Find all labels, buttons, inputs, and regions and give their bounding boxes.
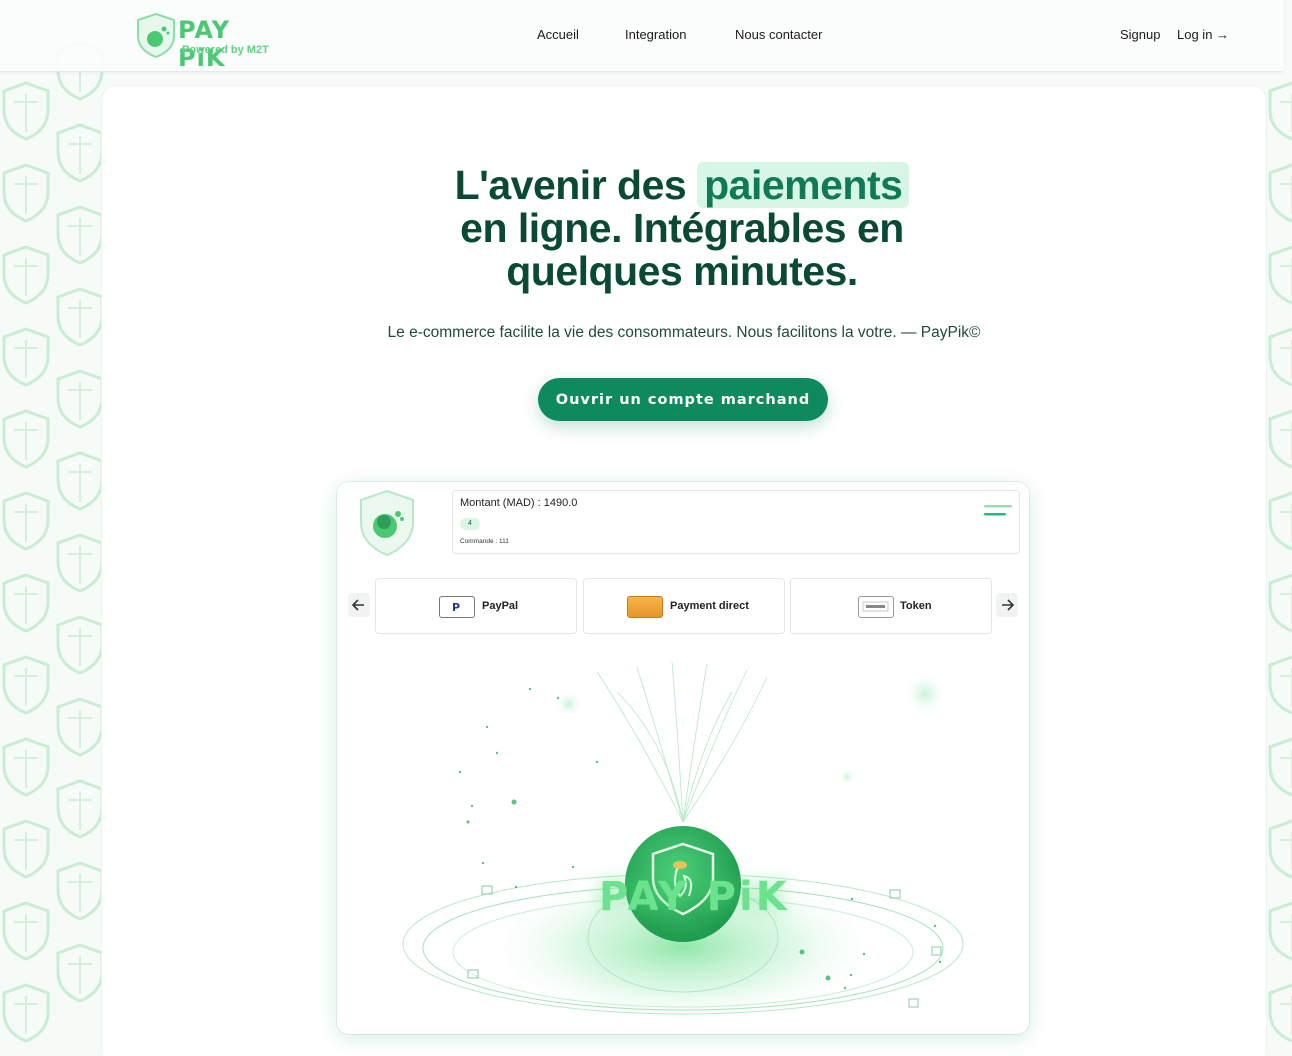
paypik-logo[interactable]: PAY PiK Powered by M2T — [134, 12, 284, 72]
token-icon — [858, 596, 894, 618]
payment-demo-widget: Montant (MAD) : 1490.0 4 Commande : 111 … — [337, 482, 1029, 1034]
payment-method-token[interactable]: Token — [790, 578, 992, 634]
nav-integration[interactable]: Integration — [625, 27, 686, 42]
top-navbar: PAY PiK Powered by M2T Accueil Integrati… — [0, 0, 1284, 72]
nav-accueil[interactable]: Accueil — [537, 27, 579, 42]
paypik-wordmark: PAY PiK — [599, 874, 790, 920]
hero-title-end: en ligne. Intégrables en quelques minute… — [460, 205, 904, 294]
shield-logo-icon — [360, 489, 414, 557]
payment-network-illustration — [402, 661, 964, 1027]
nav-nous-contacter[interactable]: Nous contacter — [735, 27, 822, 42]
arrow-left-icon — [351, 599, 364, 611]
next-method-button[interactable] — [996, 593, 1018, 617]
hero-subtitle: Le e-commerce facilite la vie des consom… — [387, 324, 981, 341]
payment-method-paypal[interactable]: P PayPal — [375, 578, 577, 634]
hero-title-highlight: paiements — [697, 162, 910, 208]
method-label: Token — [900, 600, 932, 612]
hero-title: L'avenir des paiements en ligne. Intégra… — [442, 162, 922, 294]
signup-link[interactable]: Signup — [1120, 27, 1160, 42]
order-summary-box: Montant (MAD) : 1490.0 4 Commande : 111 — [452, 490, 1020, 554]
amount-label: Montant (MAD) : 1490.0 — [460, 497, 578, 509]
open-merchant-account-button[interactable]: Ouvrir un compte marchand — [538, 378, 828, 421]
order-number: Commande : 111 — [460, 538, 509, 545]
hero-card: L'avenir des paiements en ligne. Intégra… — [102, 86, 1266, 1056]
prev-method-button[interactable] — [348, 593, 370, 617]
svg-text:P: P — [452, 601, 460, 614]
method-label: Payment direct — [670, 600, 749, 612]
payment-direct-icon — [627, 596, 663, 618]
method-label: PayPal — [482, 600, 519, 612]
shield-logo-icon — [137, 12, 175, 59]
quantity-badge: 4 — [460, 518, 480, 530]
hero-title-start: L'avenir des — [454, 162, 687, 208]
payment-method-direct[interactable]: Payment direct — [583, 578, 785, 634]
logo-subtitle: Powered by M2T — [182, 44, 269, 56]
arrow-right-icon — [1002, 599, 1015, 611]
menu-icon[interactable] — [984, 503, 1014, 519]
paypal-icon: P — [439, 596, 475, 618]
login-link[interactable]: Log in → — [1177, 27, 1229, 42]
